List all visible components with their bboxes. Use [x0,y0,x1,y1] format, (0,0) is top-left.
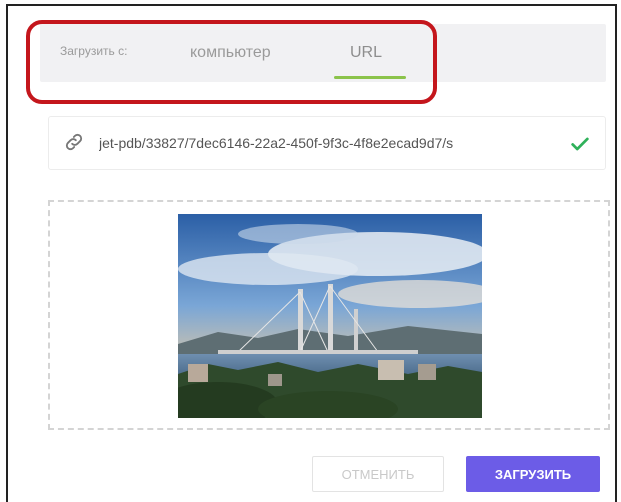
dialog-actions: ОТМЕНИТЬ ЗАГРУЗИТЬ [0,450,621,496]
active-tab-indicator [334,76,406,79]
cancel-button[interactable]: ОТМЕНИТЬ [312,456,444,492]
tab-computer[interactable]: компьютер [190,44,271,62]
url-value: jet-pdb/33827/7dec6146-22a2-450f-9f3c-4f… [99,135,454,151]
image-preview [178,214,482,418]
upload-button[interactable]: ЗАГРУЗИТЬ [466,456,600,492]
upload-dialog: Загрузить с: компьютер URL jet-pdb/33827… [6,4,617,502]
link-icon [65,133,83,151]
source-label: Загрузить с: [60,44,128,58]
source-tabs: Загрузить с: компьютер URL [40,24,606,82]
url-input[interactable]: jet-pdb/33827/7dec6146-22a2-450f-9f3c-4f… [48,116,606,170]
image-drop-zone[interactable] [48,200,610,430]
check-icon [571,137,589,151]
tab-url[interactable]: URL [350,44,382,62]
